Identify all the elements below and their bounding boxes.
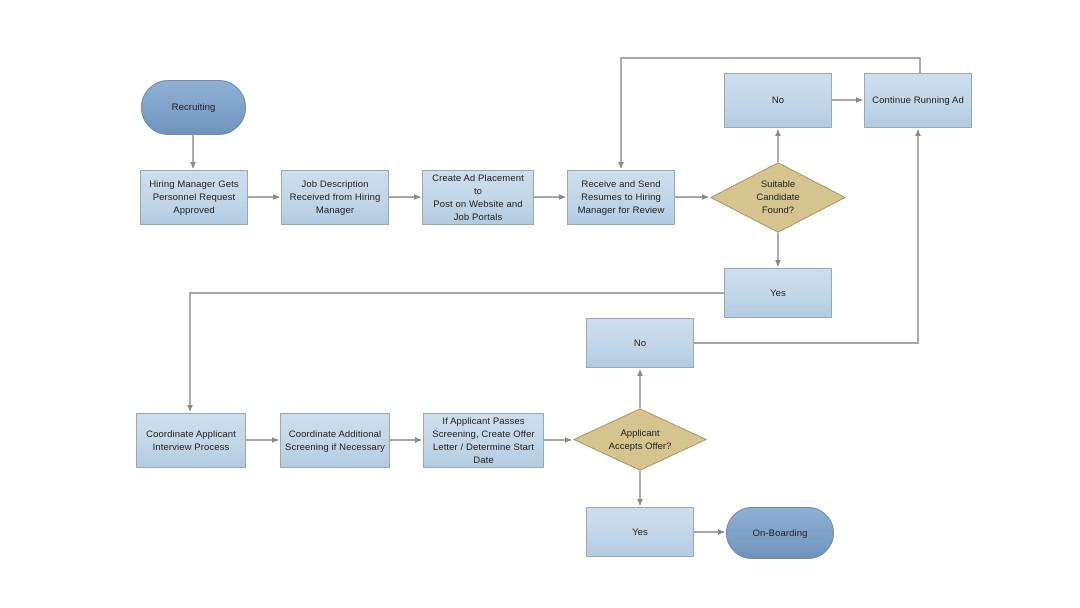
start-terminator-recruiting[interactable]: Recruiting	[141, 80, 246, 135]
node-label: Job Description Received from Hiring Man…	[289, 179, 381, 216]
process-hiring-manager-approval[interactable]: Hiring Manager Gets Personnel Request Ap…	[140, 170, 248, 225]
process-continue-running-ad[interactable]: Continue Running Ad	[864, 73, 972, 128]
decision-applicant-accepts-offer[interactable]: Applicant Accepts Offer?	[573, 408, 707, 471]
node-label: Applicant Accepts Offer?	[608, 427, 672, 452]
node-label: Recruiting	[171, 102, 216, 113]
process-coordinate-applicant-interview[interactable]: Coordinate Applicant Interview Process	[136, 413, 246, 468]
node-label: Coordinate Additional Screening if Neces…	[285, 428, 385, 453]
node-label: Yes	[632, 526, 648, 538]
branch-label-yes-lower[interactable]: Yes	[586, 507, 694, 557]
branch-label-yes-upper[interactable]: Yes	[724, 268, 832, 318]
process-coordinate-additional-screening[interactable]: Coordinate Additional Screening if Neces…	[280, 413, 390, 468]
process-create-ad-placement[interactable]: Create Ad Placement to Post on Website a…	[422, 170, 534, 225]
process-create-offer-letter[interactable]: If Applicant Passes Screening, Create Of…	[423, 413, 544, 468]
node-label: No	[771, 95, 785, 106]
node-label: Hiring Manager Gets Personnel Request Ap…	[149, 179, 239, 216]
node-label: Receive and Send Resumes to Hiring Manag…	[577, 179, 665, 216]
node-label: No	[633, 337, 647, 349]
branch-label-no-upper[interactable]: No	[724, 73, 832, 128]
process-receive-send-resumes[interactable]: Receive and Send Resumes to Hiring Manag…	[567, 170, 675, 225]
node-label: Create Ad Placement to Post on Website a…	[432, 172, 524, 223]
node-label: Continue Running Ad	[872, 95, 964, 106]
node-label: If Applicant Passes Screening, Create Of…	[432, 415, 535, 466]
process-job-description-received[interactable]: Job Description Received from Hiring Man…	[281, 170, 389, 225]
node-label: Suitable Candidate Found?	[756, 179, 800, 216]
end-terminator-on-boarding[interactable]: On-Boarding	[726, 507, 834, 559]
branch-label-no-lower[interactable]: No	[586, 318, 694, 368]
flowchart-canvas: Recruiting Hiring Manager Gets Personnel …	[0, 0, 1080, 608]
node-label: Coordinate Applicant Interview Process	[146, 428, 236, 453]
node-label: On-Boarding	[752, 527, 808, 539]
decision-suitable-candidate-found[interactable]: Suitable Candidate Found?	[710, 162, 846, 233]
node-label: Yes	[770, 287, 786, 299]
